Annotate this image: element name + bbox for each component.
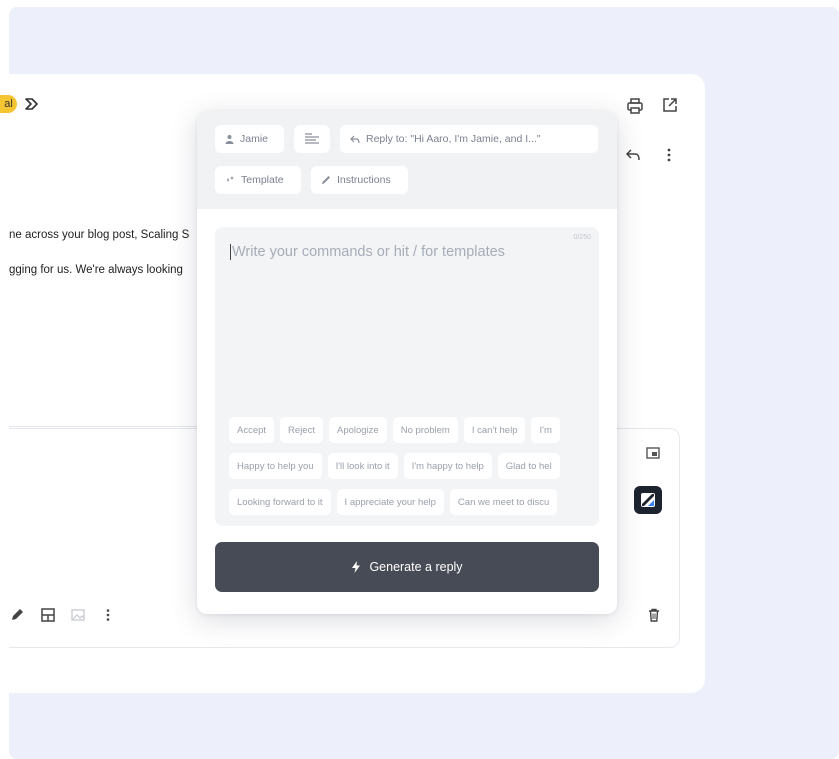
reply-icon [350, 135, 360, 143]
quick-replies-row: Happy to help you I'll look into it I'm … [229, 453, 560, 479]
command-placeholder: Write your commands or hit / for templat… [232, 244, 505, 260]
email-body-line: ne across your blog post, Scaling S [9, 229, 190, 241]
quick-reply-chip[interactable]: Happy to help you [229, 453, 322, 479]
template-chip-label: Template [241, 174, 284, 186]
reply-to-chip[interactable]: Reply to: "Hi Aaro, I'm Jamie, and I..." [340, 125, 598, 153]
generate-reply-button[interactable]: Generate a reply [215, 542, 599, 592]
quick-reply-chip[interactable]: Apologize [328, 417, 387, 443]
text-lines-icon [305, 133, 319, 144]
extension-button[interactable] [634, 486, 662, 514]
template-chip[interactable]: Template [215, 166, 301, 194]
quick-reply-chip[interactable]: I'm [531, 417, 560, 443]
reply-to-chip-label: Reply to: "Hi Aaro, I'm Jamie, and I..." [366, 133, 541, 145]
trash-icon[interactable] [646, 607, 662, 623]
pen-icon[interactable] [9, 607, 25, 623]
reply-assistant-popup: Jamie Reply to: "Hi Aaro, I'm Jamie, and… [197, 111, 617, 614]
quick-reply-chip[interactable]: Accept [229, 417, 275, 443]
quick-reply-chip[interactable]: I'll look into it [327, 453, 398, 479]
quick-reply-chip[interactable]: I can't help [463, 417, 526, 443]
text-caret [230, 244, 231, 260]
quick-reply-chip[interactable]: I appreciate your help [336, 489, 444, 515]
extension-logo-icon [641, 493, 655, 507]
reply-icon[interactable] [624, 146, 642, 164]
quick-reply-chip[interactable]: I'm happy to help [403, 453, 492, 479]
lightning-icon [352, 561, 361, 573]
row-fade [575, 453, 599, 479]
label-forward-icon[interactable] [23, 96, 41, 112]
more-vert-icon[interactable] [660, 146, 678, 164]
char-counter: 0/250 [573, 234, 591, 241]
quick-reply-chip[interactable]: Reject [280, 417, 323, 443]
quick-reply-chip[interactable]: Glad to hel [497, 453, 560, 479]
generate-reply-label: Generate a reply [369, 560, 463, 574]
row-fade [575, 417, 599, 443]
more-vert-icon[interactable] [100, 607, 116, 623]
command-input[interactable]: 0/250 Write your commands or hit / for t… [215, 227, 599, 526]
open-in-new-icon[interactable] [661, 96, 679, 114]
recipient-chip[interactable]: Jamie [215, 125, 284, 153]
email-body-line: gging for us. We're always looking [9, 264, 183, 276]
sparkle-icon [227, 176, 234, 182]
quick-reply-chip[interactable]: Can we meet to discu [449, 489, 558, 515]
quick-reply-chip[interactable]: No problem [392, 417, 458, 443]
row-fade [575, 489, 599, 515]
label-chip-text: al [4, 98, 13, 110]
divider [9, 426, 197, 427]
quick-reply-chip[interactable]: Looking forward to it [229, 489, 331, 515]
instructions-chip[interactable]: Instructions [311, 166, 408, 194]
print-icon[interactable] [626, 97, 644, 115]
pencil-icon [322, 176, 330, 184]
person-icon [225, 135, 234, 144]
image-icon[interactable] [70, 607, 86, 623]
layout-icon[interactable] [40, 607, 56, 623]
instructions-chip-label: Instructions [337, 174, 391, 186]
pop-out-icon[interactable] [644, 444, 662, 462]
recipient-chip-label: Jamie [240, 133, 269, 145]
quick-replies-row: Looking forward to it I appreciate your … [229, 489, 558, 515]
length-button[interactable] [294, 125, 330, 153]
quick-replies-row: Accept Reject Apologize No problem I can… [229, 417, 560, 443]
